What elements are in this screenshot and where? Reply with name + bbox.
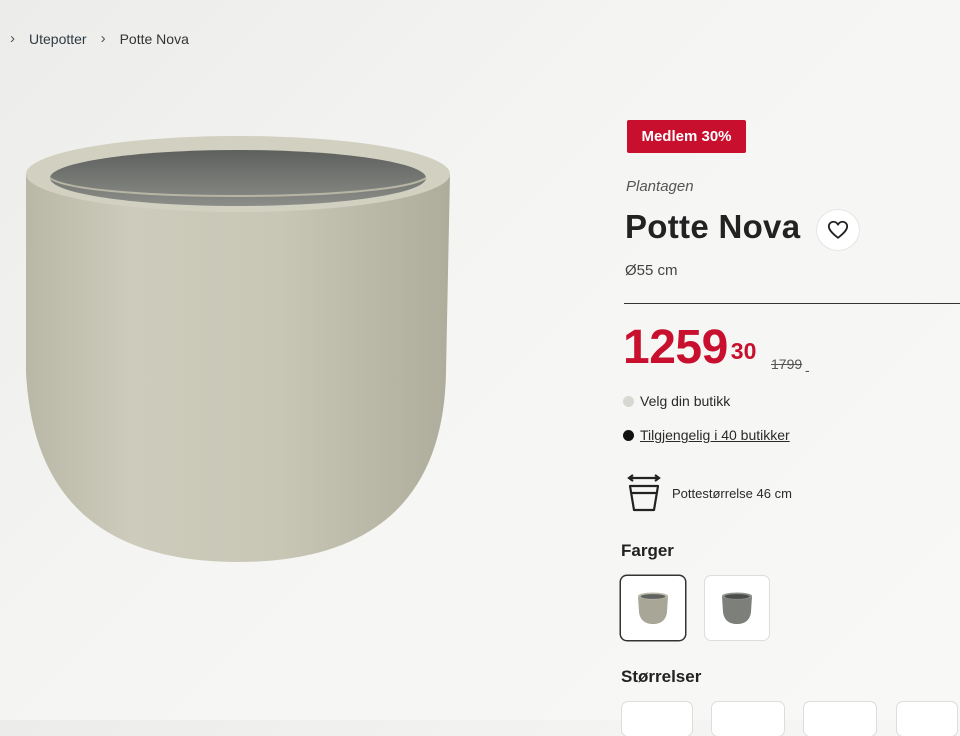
member-discount-badge: Medlem 30%	[627, 120, 746, 153]
price-cents: 30	[730, 338, 757, 364]
chevron-right-icon: ›	[10, 30, 15, 47]
availability-row: Tilgjengelig i 40 butikker	[623, 427, 790, 443]
favorite-button[interactable]	[817, 210, 859, 250]
product-image	[20, 132, 460, 572]
breadcrumb-current: Potte Nova	[119, 30, 189, 47]
pot-size-text: Pottestørrelse 46 cm	[672, 485, 792, 501]
status-dot-icon	[623, 429, 634, 441]
product-title: Potte Nova	[625, 208, 801, 245]
availability-link[interactable]: Tilgjengelig i 40 butikker	[640, 427, 790, 443]
heart-outline-icon	[827, 220, 849, 239]
price-main: 1259	[623, 321, 728, 374]
size-option[interactable]	[622, 702, 692, 736]
breadcrumb: › Utepotter › Potte Nova	[10, 30, 189, 47]
size-option[interactable]	[804, 702, 876, 736]
divider	[624, 303, 960, 304]
chevron-right-icon: ›	[100, 30, 106, 47]
store-select-row[interactable]: Velg din butikk	[623, 393, 730, 409]
colors-heading: Farger	[621, 541, 674, 560]
status-dot-icon	[623, 395, 634, 407]
sizes-heading: Størrelser	[621, 667, 702, 686]
old-price: 1799	[771, 356, 803, 372]
old-price-suffix: -	[805, 362, 810, 378]
color-swatch-beige[interactable]	[621, 576, 685, 640]
size-option[interactable]	[712, 702, 784, 736]
size-option[interactable]	[897, 702, 957, 736]
store-select-label[interactable]: Velg din butikk	[640, 393, 730, 409]
brand-name: Plantagen	[626, 178, 694, 195]
product-size-label: Ø55 cm	[625, 262, 678, 279]
price: 1259 30	[623, 322, 756, 374]
color-swatch-grey[interactable]	[705, 576, 769, 640]
breadcrumb-link-utepotter[interactable]: Utepotter	[29, 31, 87, 47]
pot-size-info: Pottestørrelse 46 cm	[626, 474, 792, 512]
pot-size-icon	[627, 474, 661, 512]
